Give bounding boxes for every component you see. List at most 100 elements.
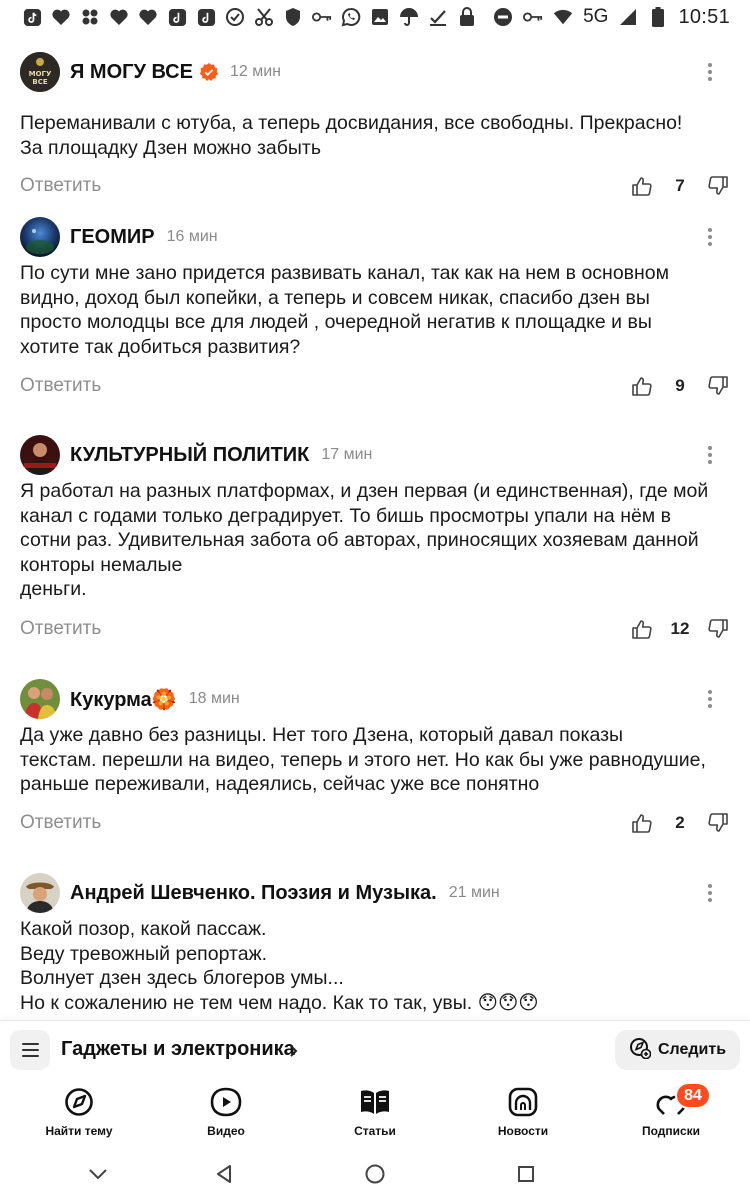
like-icon[interactable]	[630, 374, 654, 398]
back-icon[interactable]	[209, 1159, 239, 1189]
like-count: 2	[675, 813, 685, 832]
nav-news[interactable]: Новости	[468, 1081, 578, 1147]
topic-bar: Гаджеты и электроника Следить	[0, 1020, 750, 1080]
comment-text: Какой позор, какой пассаж. Веду тревожны…	[20, 918, 539, 1014]
avatar[interactable]	[20, 679, 60, 719]
avatar[interactable]	[20, 217, 60, 257]
votes: 12	[630, 617, 730, 641]
comment-author[interactable]: ГЕОМИР	[70, 226, 155, 249]
nav-label: Видео	[207, 1124, 245, 1138]
dislike-icon[interactable]	[706, 811, 730, 835]
chevron-right-icon[interactable]	[289, 1040, 303, 1062]
comment-actions: Ответить 2	[20, 808, 730, 838]
dislike-icon[interactable]	[706, 374, 730, 398]
umbrella-icon	[399, 7, 419, 27]
comment-author[interactable]: Андрей Шевченко. Поэзия и Музыка.	[70, 882, 437, 905]
comment-time: 18 мин	[188, 690, 240, 707]
comment-time: 21 мин	[448, 884, 500, 901]
avatar[interactable]: МОГУ ВСЕ	[20, 52, 60, 92]
like-count: 7	[675, 176, 685, 195]
more-options-icon[interactable]	[700, 880, 720, 906]
votes: 7	[630, 174, 730, 198]
heart-icon	[109, 7, 129, 27]
comment-header: Андрей Шевченко. Поэзия и Музыка. 21 мин	[20, 872, 720, 914]
whatsapp-icon	[341, 7, 361, 27]
follow-button[interactable]: Следить	[615, 1030, 740, 1070]
comment-actions: Ответить 7	[20, 171, 730, 201]
comment-actions: Ответить 9	[20, 371, 730, 401]
video-icon	[208, 1084, 244, 1120]
heart-icon	[138, 7, 158, 27]
svg-text:ВСЕ: ВСЕ	[32, 78, 47, 86]
comment-author[interactable]: Я МОГУ ВСЕ	[70, 61, 193, 84]
votes: 2	[630, 811, 730, 835]
grid-icon	[80, 7, 100, 27]
reply-button[interactable]: Ответить	[20, 618, 101, 640]
system-status: 5G 10:51	[493, 6, 730, 29]
follow-icon	[629, 1037, 652, 1064]
home-icon[interactable]	[360, 1159, 390, 1189]
like-icon[interactable]	[630, 174, 654, 198]
nav-articles[interactable]: Статьи	[320, 1081, 430, 1147]
collapse-chevron-icon[interactable]	[83, 1159, 113, 1189]
wifi-icon	[553, 7, 573, 27]
tiktok-icon	[167, 7, 187, 27]
dislike-icon[interactable]	[706, 617, 730, 641]
topic-title[interactable]: Гаджеты и электроника	[61, 1038, 295, 1061]
nav-video[interactable]: Видео	[171, 1081, 281, 1147]
like-icon[interactable]	[630, 617, 654, 641]
verified-badge-icon	[199, 63, 218, 81]
signal-icon	[618, 7, 638, 27]
comment-time: 17 мин	[321, 446, 373, 463]
like-icon[interactable]	[630, 811, 654, 835]
comment-text: По сути мне зано придется развивать кана…	[20, 262, 670, 358]
reply-button[interactable]: Ответить	[20, 375, 101, 397]
comment-author[interactable]: КУЛЬТУРНЫЙ ПОЛИТИК	[70, 444, 309, 467]
nav-label: Новости	[497, 1124, 549, 1138]
reply-button[interactable]: Ответить	[20, 175, 101, 197]
more-options-icon[interactable]	[700, 224, 720, 250]
comments-list: МОГУ ВСЕ Я МОГУ ВСЕ 12 мин Переманивали с…	[0, 34, 750, 1019]
comment-header: КУЛЬТУРНЫЙ ПОЛИТИК 17 мин	[20, 434, 720, 476]
dislike-icon[interactable]	[706, 174, 730, 198]
follow-label: Следить	[657, 1041, 727, 1058]
comment-text: Я работал на разных платформах, и дзен п…	[20, 480, 709, 600]
tiktok-icon	[196, 7, 216, 27]
menu-icon[interactable]	[10, 1030, 50, 1070]
more-options-icon[interactable]	[700, 59, 720, 85]
comment-header: ГЕОМИР 16 мин	[20, 216, 720, 258]
more-options-icon[interactable]	[700, 686, 720, 712]
more-options-icon[interactable]	[700, 442, 720, 468]
clock: 10:51	[678, 5, 730, 28]
avatar[interactable]	[20, 873, 60, 913]
reply-button[interactable]: Ответить	[20, 812, 101, 834]
like-count: 12	[670, 619, 690, 638]
comment-header: МОГУ ВСЕ Я МОГУ ВСЕ 12 мин	[20, 51, 720, 93]
nav-label: Статьи	[354, 1124, 396, 1138]
do-not-disturb-icon	[493, 7, 513, 27]
battery-icon	[648, 7, 668, 27]
system-navigation	[0, 1147, 750, 1200]
status-bar: 5G 10:51	[0, 0, 750, 34]
votes: 9	[630, 374, 730, 398]
avatar[interactable]	[20, 435, 60, 475]
news-icon	[505, 1084, 541, 1120]
comment-time: 12 мин	[229, 63, 281, 80]
key-icon	[312, 7, 332, 27]
bottom-navigation: Найти тему Видео Статьи Новости 84 Подпи…	[0, 1081, 750, 1147]
recents-icon[interactable]	[511, 1159, 541, 1189]
network-type: 5G	[583, 6, 609, 27]
vpn-key-icon	[523, 7, 543, 27]
nav-subscriptions[interactable]: 84 Подписки	[616, 1081, 726, 1147]
shield-icon	[283, 7, 303, 27]
nav-find-topic[interactable]: Найти тему	[24, 1081, 134, 1147]
articles-icon	[357, 1084, 393, 1120]
svg-text:МОГУ: МОГУ	[29, 70, 52, 78]
like-count: 9	[675, 376, 685, 395]
tiktok-icon	[22, 7, 42, 27]
scissors-icon	[254, 7, 274, 27]
comment-author[interactable]: Кукурма🏵️	[70, 687, 177, 712]
image-icon	[370, 7, 390, 27]
nav-label: Найти тему	[45, 1124, 113, 1138]
lock-icon	[457, 7, 477, 27]
